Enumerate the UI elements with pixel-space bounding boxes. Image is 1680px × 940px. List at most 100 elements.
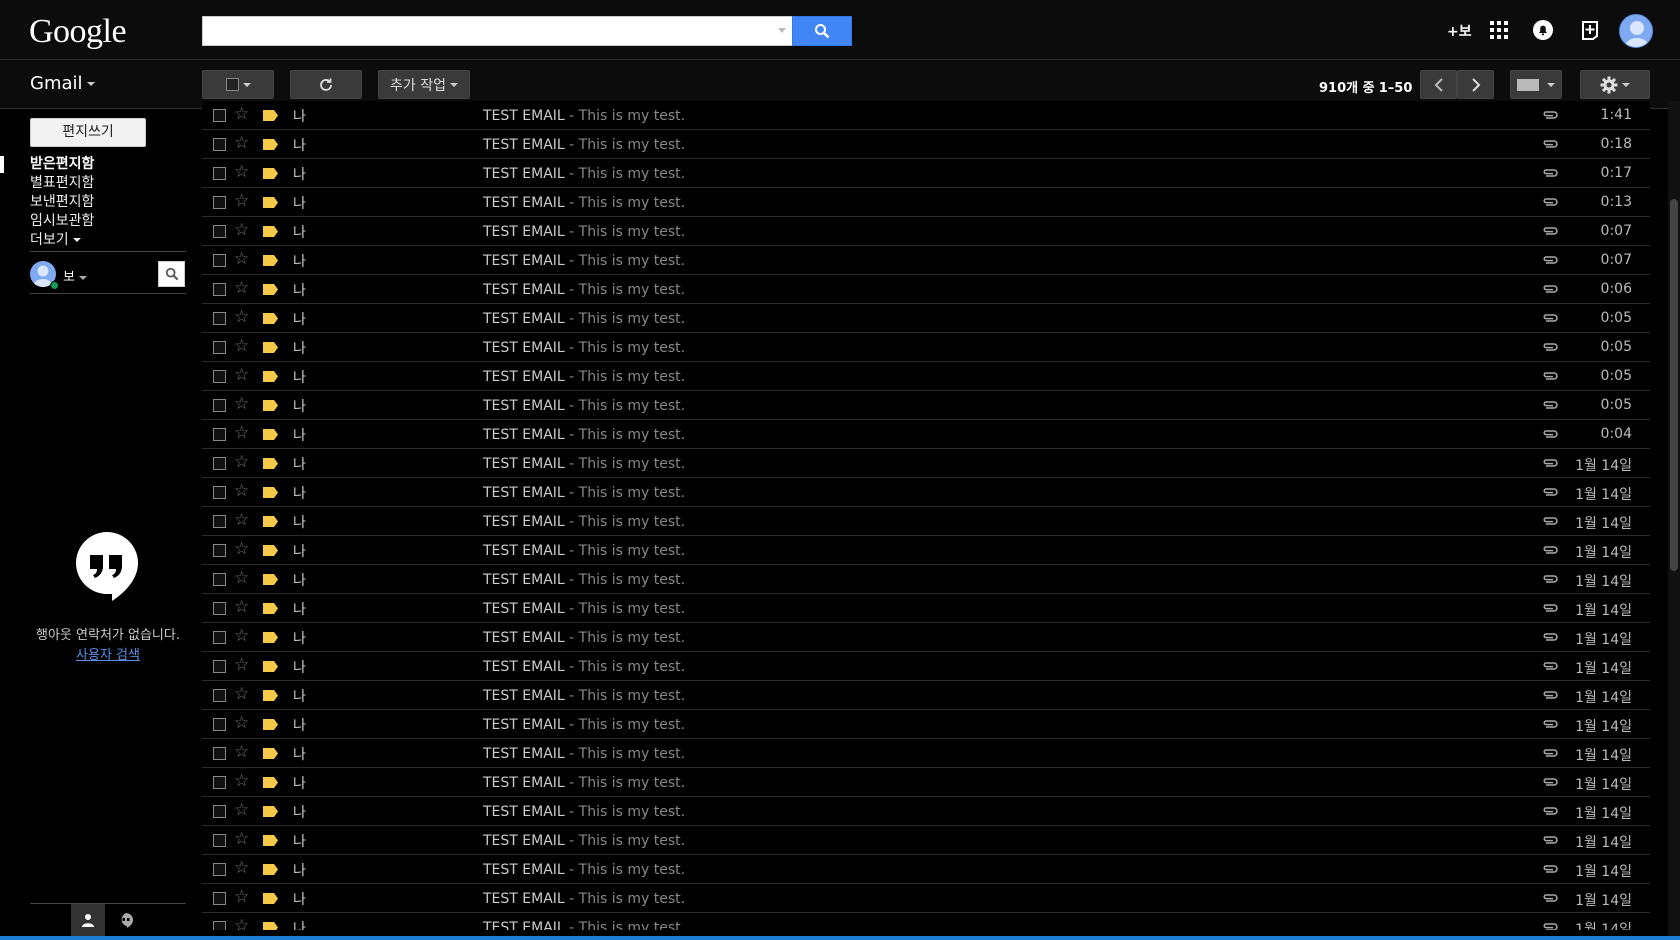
row-checkbox[interactable] — [213, 776, 226, 789]
mail-row[interactable]: ☆ 나 TEST EMAIL - This is my test. 1월 14일 — [202, 536, 1650, 565]
mail-row[interactable]: ☆ 나 TEST EMAIL - This is my test. 1월 14일 — [202, 797, 1650, 826]
row-checkbox[interactable] — [213, 370, 226, 383]
important-marker-icon[interactable] — [263, 574, 278, 585]
hangouts-search-button[interactable] — [158, 261, 185, 287]
row-checkbox[interactable] — [213, 544, 226, 557]
important-marker-icon[interactable] — [263, 632, 278, 643]
mail-row[interactable]: ☆ 나 TEST EMAIL - This is my test. 0:18 — [202, 130, 1650, 159]
star-icon[interactable]: ☆ — [234, 742, 249, 762]
star-icon[interactable]: ☆ — [234, 481, 249, 501]
mail-row[interactable]: ☆ 나 TEST EMAIL - This is my test. 0:07 — [202, 217, 1650, 246]
important-marker-icon[interactable] — [263, 371, 278, 382]
mail-row[interactable]: ☆ 나 TEST EMAIL - This is my test. 1월 14일 — [202, 768, 1650, 797]
important-marker-icon[interactable] — [263, 864, 278, 875]
mail-row[interactable]: ☆ 나 TEST EMAIL - This is my test. 1월 14일 — [202, 449, 1650, 478]
row-checkbox[interactable] — [213, 515, 226, 528]
star-icon[interactable]: ☆ — [234, 800, 249, 820]
mail-row[interactable]: ☆ 나 TEST EMAIL - This is my test. 0:04 — [202, 420, 1650, 449]
mail-row[interactable]: ☆ 나 TEST EMAIL - This is my test. 1월 14일 — [202, 710, 1650, 739]
mail-row[interactable]: ☆ 나 TEST EMAIL - This is my test. 1월 14일 — [202, 884, 1650, 913]
star-icon[interactable]: ☆ — [234, 655, 249, 675]
row-checkbox[interactable] — [213, 109, 226, 122]
star-icon[interactable]: ☆ — [234, 394, 249, 414]
search-button[interactable] — [792, 16, 852, 46]
search-input[interactable] — [202, 16, 793, 46]
row-checkbox[interactable] — [213, 167, 226, 180]
important-marker-icon[interactable] — [263, 255, 278, 266]
row-checkbox[interactable] — [213, 602, 226, 615]
important-marker-icon[interactable] — [263, 777, 278, 788]
star-icon[interactable]: ☆ — [234, 829, 249, 849]
important-marker-icon[interactable] — [263, 429, 278, 440]
sidebar-item-more[interactable]: 더보기 — [30, 231, 188, 250]
row-checkbox[interactable] — [213, 573, 226, 586]
row-checkbox[interactable] — [213, 631, 226, 644]
important-marker-icon[interactable] — [263, 110, 278, 121]
mail-row[interactable]: ☆ 나 TEST EMAIL - This is my test. 1월 14일 — [202, 594, 1650, 623]
mail-row[interactable]: ☆ 나 TEST EMAIL - This is my test. 1월 14일 — [202, 565, 1650, 594]
important-marker-icon[interactable] — [263, 342, 278, 353]
row-checkbox[interactable] — [213, 312, 226, 325]
mail-row[interactable]: ☆ 나 TEST EMAIL - This is my test. 1월 14일 — [202, 507, 1650, 536]
star-icon[interactable]: ☆ — [234, 133, 249, 153]
star-icon[interactable]: ☆ — [234, 452, 249, 472]
contacts-tab[interactable] — [71, 904, 105, 936]
star-icon[interactable]: ☆ — [234, 423, 249, 443]
important-marker-icon[interactable] — [263, 516, 278, 527]
star-icon[interactable]: ☆ — [234, 162, 249, 182]
newer-page-button[interactable] — [1420, 70, 1457, 99]
important-marker-icon[interactable] — [263, 748, 278, 759]
row-checkbox[interactable] — [213, 138, 226, 151]
find-people-link[interactable]: 사용자 검색 — [8, 644, 208, 663]
google-logo[interactable]: Google — [29, 13, 127, 51]
important-marker-icon[interactable] — [263, 284, 278, 295]
important-marker-icon[interactable] — [263, 922, 278, 930]
mail-row[interactable]: ☆ 나 TEST EMAIL - This is my test. 0:05 — [202, 362, 1650, 391]
refresh-button[interactable] — [290, 70, 362, 99]
important-marker-icon[interactable] — [263, 690, 278, 701]
important-marker-icon[interactable] — [263, 458, 278, 469]
star-icon[interactable]: ☆ — [234, 191, 249, 211]
important-marker-icon[interactable] — [263, 313, 278, 324]
row-checkbox[interactable] — [213, 834, 226, 847]
sidebar-item-drafts[interactable]: 임시보관함 — [30, 212, 188, 231]
important-marker-icon[interactable] — [263, 835, 278, 846]
important-marker-icon[interactable] — [263, 487, 278, 498]
select-all-button[interactable] — [202, 70, 274, 99]
row-checkbox[interactable] — [213, 486, 226, 499]
apps-grid-icon[interactable] — [1487, 18, 1511, 42]
mail-row[interactable]: ☆ 나 TEST EMAIL - This is my test. 1월 14일 — [202, 652, 1650, 681]
row-checkbox[interactable] — [213, 341, 226, 354]
notifications-bell-icon[interactable] — [1531, 18, 1555, 42]
star-icon[interactable]: ☆ — [234, 626, 249, 646]
important-marker-icon[interactable] — [263, 719, 278, 730]
mail-row[interactable]: ☆ 나 TEST EMAIL - This is my test. 0:05 — [202, 391, 1650, 420]
important-marker-icon[interactable] — [263, 168, 278, 179]
row-checkbox[interactable] — [213, 892, 226, 905]
search-options-caret-icon[interactable] — [778, 28, 786, 33]
row-checkbox[interactable] — [213, 254, 226, 267]
row-checkbox[interactable] — [213, 660, 226, 673]
compose-button[interactable]: 편지쓰기 — [30, 118, 146, 147]
row-checkbox[interactable] — [213, 225, 226, 238]
mail-row[interactable]: ☆ 나 TEST EMAIL - This is my test. 0:17 — [202, 159, 1650, 188]
row-checkbox[interactable] — [213, 805, 226, 818]
star-icon[interactable]: ☆ — [234, 220, 249, 240]
row-checkbox[interactable] — [213, 428, 226, 441]
mail-row[interactable]: ☆ 나 TEST EMAIL - This is my test. 0:13 — [202, 188, 1650, 217]
mail-row[interactable]: ☆ 나 TEST EMAIL - This is my test. 0:05 — [202, 333, 1650, 362]
important-marker-icon[interactable] — [263, 893, 278, 904]
star-icon[interactable]: ☆ — [234, 278, 249, 298]
sidebar-item-starred[interactable]: 별표편지함 — [30, 174, 188, 193]
mail-row[interactable]: ☆ 나 TEST EMAIL - This is my test. 0:07 — [202, 246, 1650, 275]
mail-row[interactable]: ☆ 나 TEST EMAIL - This is my test. 1월 14일 — [202, 739, 1650, 768]
row-checkbox[interactable] — [213, 283, 226, 296]
mail-row[interactable]: ☆ 나 TEST EMAIL - This is my test. 1:41 — [202, 101, 1650, 130]
star-icon[interactable]: ☆ — [234, 539, 249, 559]
star-icon[interactable]: ☆ — [234, 771, 249, 791]
older-page-button[interactable] — [1457, 70, 1494, 99]
important-marker-icon[interactable] — [263, 400, 278, 411]
mail-row[interactable]: ☆ 나 TEST EMAIL - This is my test. 0:06 — [202, 275, 1650, 304]
important-marker-icon[interactable] — [263, 197, 278, 208]
star-icon[interactable]: ☆ — [234, 858, 249, 878]
